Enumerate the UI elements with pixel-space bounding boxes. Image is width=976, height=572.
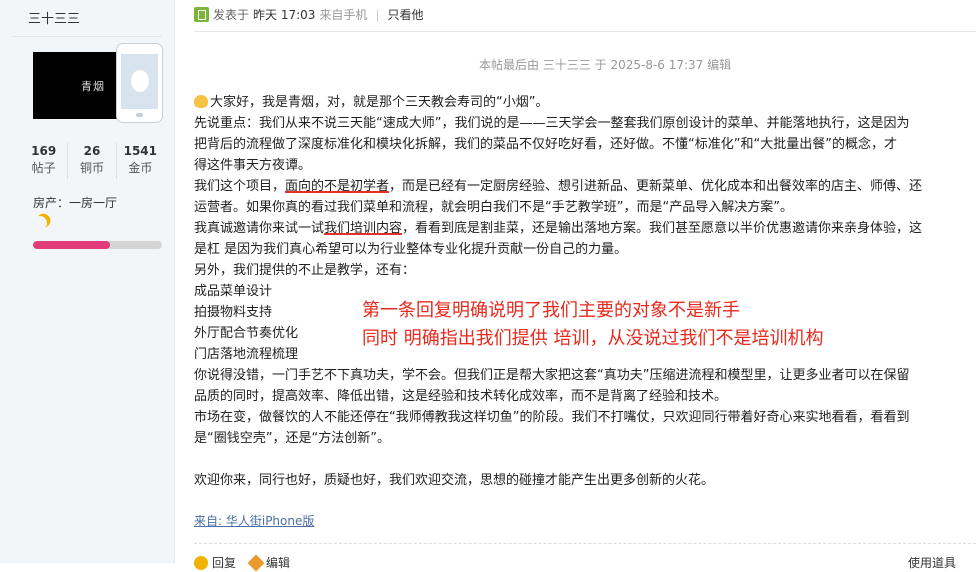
only-author-link[interactable]: 只看他 [387,6,423,23]
content-text: 我真诚邀请你来试一试 [194,221,325,236]
author-username[interactable]: 三十三三 [28,8,80,27]
content-line: 欢迎你来，同行也好，质疑也好，我们欢迎交流，思想的碰撞才能产生出更多创新的火花。 [194,473,715,488]
level-progress-bar [33,241,162,249]
wave-hand-icon [194,95,208,108]
content-line: 市场在变，做餐饮的人不能还停在“我师傅教我这样切鱼”的阶段。我们不打嘴仗，只欢迎… [194,410,910,425]
edit-label: 编辑 [266,556,291,570]
content-line: 先说重点：我们从来不说三天能“速成大师”，我们说的是——三天学会一整套我们原创设… [194,116,910,131]
property-label: 房产：一房一厅 [33,196,118,210]
author-stats: 169 帖子 26 铜币 1541 金币 [20,143,164,179]
content-line: 把背后的流程做了深度标准化和模块化拆解，我们的菜品不仅好吃好看，还好做。不懂“标… [194,137,897,152]
stat-label: 帖子 [31,161,56,175]
sidebar-divider [12,36,162,37]
avatar-text: 青烟 [81,80,105,93]
annotation-line: 第一条回复明确说明了我们主要的对象不是新手 [362,300,740,321]
content-line: 运营者。如果你真的看过我们菜单和流程，就会明白我们不是“手艺教学班”，而是“产品… [194,200,793,215]
content-line: 品质的同时，提高效率、降低出错，这是经验和技术转化成效率，而不是背离了经验和技术… [194,389,728,404]
underlined-phrase: 我们培训内容 [324,221,403,236]
posted-label: 发表于 [213,8,250,22]
post-status-icon [194,7,209,22]
iphone-icon [116,43,163,123]
meta-divider: | [375,7,380,22]
post-device: 来自手机 [319,8,368,22]
pencil-icon [247,554,265,572]
phone-home-button [136,113,143,117]
footer-divider [194,543,976,544]
apple-icon [131,70,149,92]
post-meta: 发表于 昨天 17:03 来自手机 | 只看他 [194,6,424,23]
content-line: 另外，我们提供的不止是教学，还有： [194,263,416,278]
content-line: 我真诚邀请你来试一试我们培训内容，看看到底是割韭菜，还是输出落地方案。我们甚至愿… [194,218,922,239]
stat-value: 1541 [123,144,158,158]
content-line: 你说得没错，一门手艺不下真功夫，学不会。但我们正是帮大家把这套“真功夫”压缩进流… [194,368,910,383]
stat-label: 金币 [128,161,153,175]
author-sidebar: 三十三三 青烟 169 帖子 26 铜币 1541 金币 房产：一房一厅 [0,0,175,563]
stat-copper[interactable]: 26 铜币 [68,143,117,179]
reply-icon [194,556,208,570]
post-time: 昨天 17:03 [253,8,316,22]
stat-value: 26 [83,144,101,158]
content-line: 得这件事天方夜谭。 [194,158,312,173]
edit-note: 本帖最后由 三十三三 于 2025-8-6 17:37 编辑 [479,58,732,72]
reply-label: 回复 [212,556,237,570]
red-annotation: 第一条回复明确说明了我们主要的对象不是新手 同时 明确指出我们提供 培训，从没说… [362,297,823,353]
avatar[interactable]: 青烟 [33,52,117,119]
level-progress-fill [33,241,111,249]
content-text: ，而是已经有一定厨房经验、想引进新品、更新菜单、优化成本和出餐效率的店主、师傅、… [389,179,923,194]
content-text: 我们这个项目， [194,179,286,194]
content-line: 是杠 是因为我们真心希望可以为行业整体专业化提升贡献一份自己的力量。 [194,242,628,257]
stat-value: 169 [31,144,57,158]
post-content: 大家好，我是青烟，对，就是那个三天教会寿司的“小烟”。 先说重点：我们从来不说三… [194,92,922,491]
content-line: 大家好，我是青烟，对，就是那个三天教会寿司的“小烟”。 [194,92,922,113]
stat-posts[interactable]: 169 帖子 [20,143,69,179]
source-link[interactable]: 来自: 华人街iPhone版 [194,512,314,529]
moon-icon [31,214,49,232]
annotation-line: 同时 明确指出我们提供 培训，从没说过我们不是培训机构 [362,328,824,349]
stat-gold[interactable]: 1541 金币 [117,143,164,179]
content-line: 我们这个项目，面向的不是初学者，而是已经有一定厨房经验、想引进新品、更新菜单、优… [194,176,922,197]
content-line: 是“圈钱空壳”，还是“方法创新”。 [194,431,390,446]
header-divider [194,31,976,32]
content-text: ，看看到底是割韭菜，还是输出落地方案。我们甚至愿意以半价优惠邀请你来亲身体验，这 [402,221,923,236]
stat-label: 铜币 [79,161,104,175]
underlined-phrase: 面向的不是初学者 [285,179,390,194]
content-text: 大家好，我是青烟，对，就是那个三天教会寿司的“小烟”。 [210,95,549,110]
phone-screen [121,54,158,109]
